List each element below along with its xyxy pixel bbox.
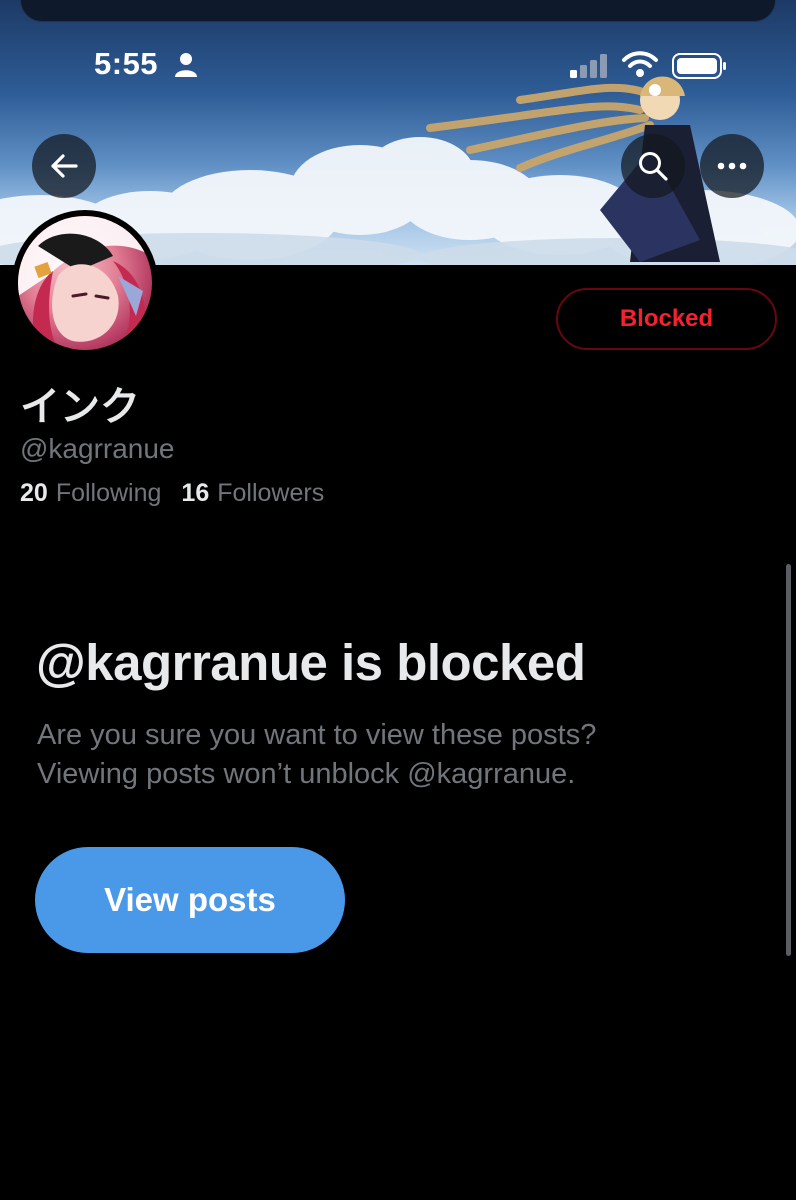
user-handle: @kagrranue (20, 433, 175, 464)
following-label: Following (55, 479, 162, 507)
search-icon (639, 152, 668, 181)
avatar[interactable] (12, 210, 158, 356)
status-time: 5:55 (94, 46, 159, 81)
view-posts-button[interactable]: View posts (35, 847, 345, 953)
followers-link[interactable]: 16 Followers (181, 479, 324, 508)
scrollbar[interactable] (786, 564, 791, 956)
cellular-signal-icon (570, 54, 607, 78)
more-options-button[interactable] (700, 134, 764, 198)
following-link[interactable]: 20 Following (20, 479, 161, 508)
blocked-button[interactable]: Blocked (556, 288, 777, 350)
wifi-icon (622, 51, 658, 77)
person-icon (175, 53, 197, 77)
more-horizontal-icon (717, 162, 747, 170)
display-name: インク (20, 384, 140, 430)
search-button[interactable] (621, 134, 685, 198)
blocked-notice-title: @kagrranue is blocked (36, 634, 586, 691)
blocked-notice-line-1: Are you sure you want to view these post… (37, 719, 597, 751)
follow-stats: 20 Following 16 Followers (20, 479, 338, 508)
following-count: 20 (20, 479, 48, 507)
blocked-notice-line-2: Viewing posts won’t unblock @kagrranue. (37, 758, 576, 790)
battery-icon (672, 53, 726, 79)
avatar-image (18, 216, 152, 350)
followers-count: 16 (181, 479, 210, 507)
back-button[interactable] (32, 134, 96, 198)
address-pill (20, 0, 776, 22)
arrow-left-icon (51, 154, 78, 178)
followers-label: Followers (217, 479, 325, 507)
blocked-notice-description: Are you sure you want to view these post… (37, 716, 737, 794)
